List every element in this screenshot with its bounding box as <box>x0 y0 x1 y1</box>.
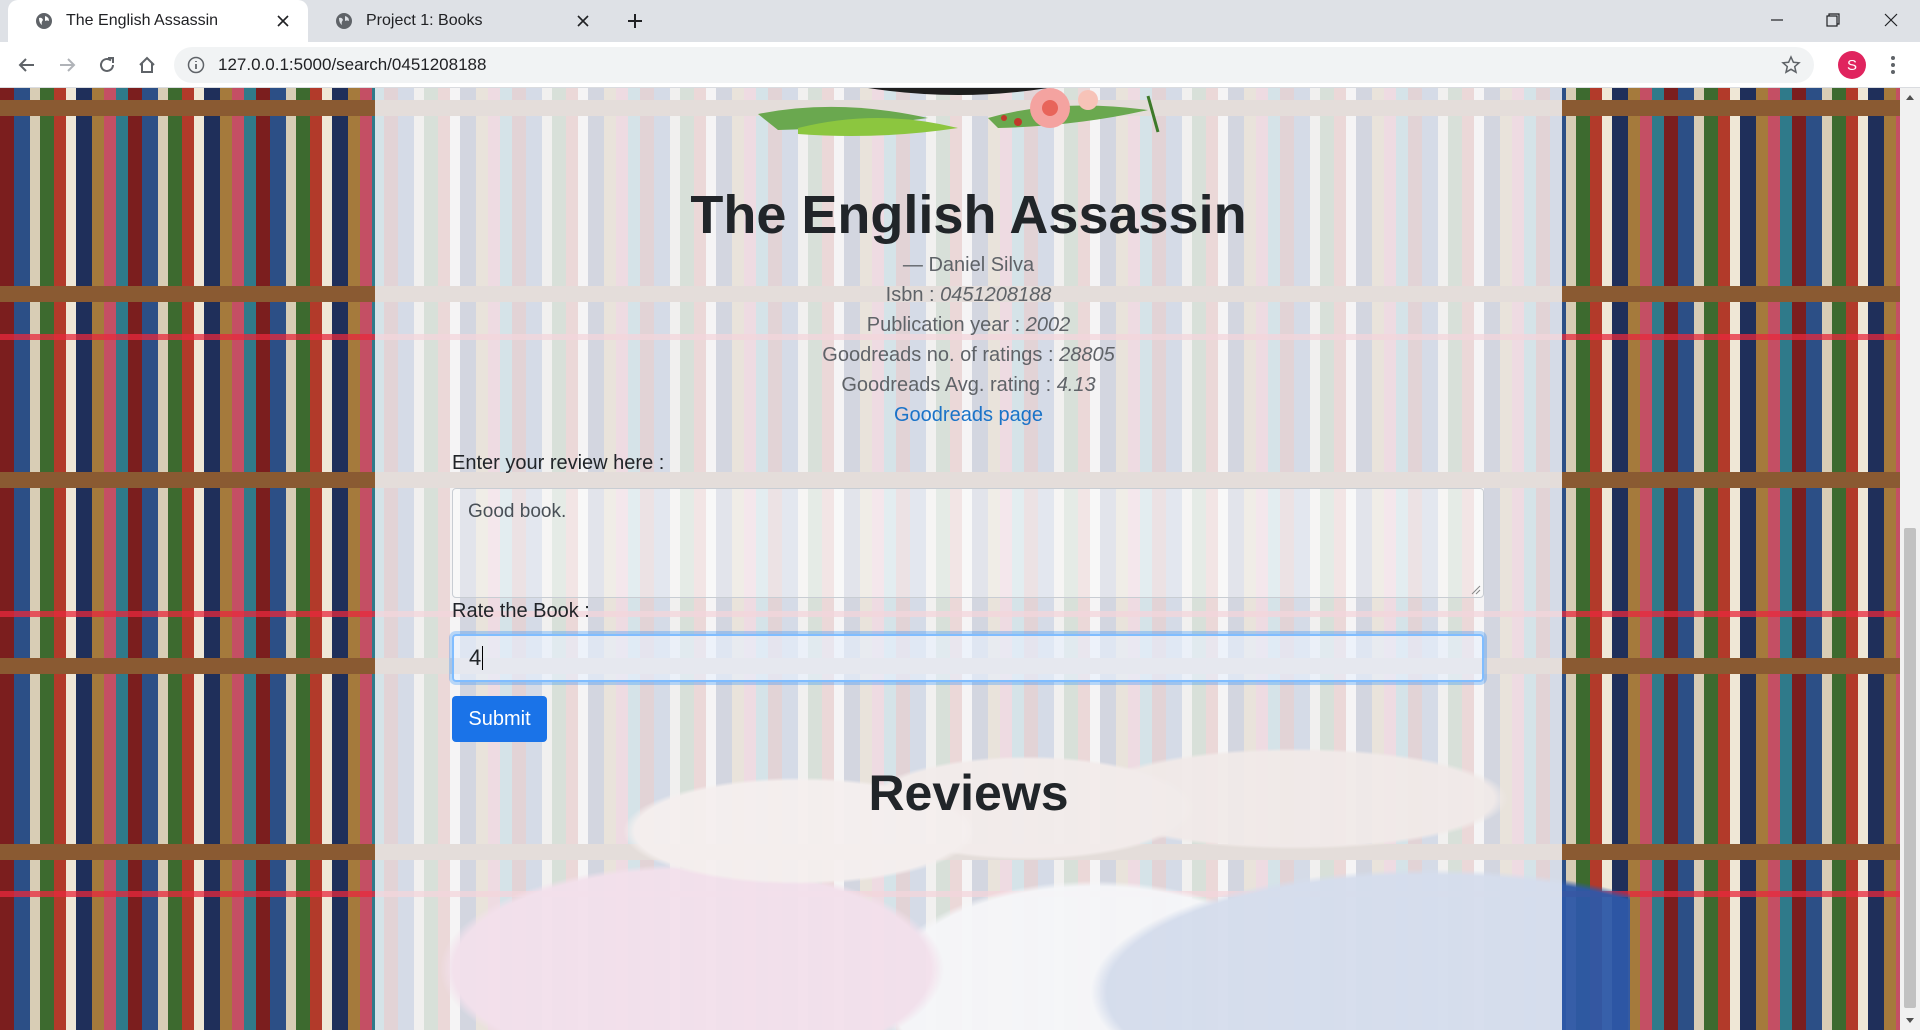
profile-avatar[interactable]: S <box>1838 51 1866 79</box>
avg-rating-label: Goodreads Avg. rating : <box>841 374 1052 396</box>
publication-year-row: Publication year : 2002 <box>375 314 1562 337</box>
rate-label: Rate the Book : <box>452 600 590 622</box>
submit-button[interactable]: Submit <box>452 696 547 742</box>
goodreads-link-row: Goodreads page <box>375 404 1562 427</box>
new-tab-button[interactable] <box>620 8 650 34</box>
content-panel: The English Assassin — Daniel Silva Isbn… <box>375 88 1562 1030</box>
review-textarea[interactable]: Good book. <box>452 488 1484 598</box>
rating-input[interactable]: 4 <box>452 634 1484 682</box>
isbn-label: Isbn : <box>885 284 935 306</box>
close-tab-icon[interactable] <box>270 8 296 34</box>
minimize-button[interactable] <box>1754 0 1800 40</box>
close-tab-icon[interactable] <box>570 8 596 34</box>
book-title: The English Assassin <box>690 185 1247 245</box>
tab-title: Project 1: Books <box>366 12 483 29</box>
book-author: — Daniel Silva <box>902 254 1035 276</box>
scroll-down-arrow-icon[interactable] <box>1900 1012 1920 1030</box>
globe-icon <box>334 11 354 31</box>
page-scrollbar[interactable] <box>1900 88 1920 1030</box>
avg-rating-row: Goodreads Avg. rating : 4.13 <box>375 374 1562 397</box>
home-button[interactable] <box>132 50 162 80</box>
review-text: Good book. <box>468 501 567 522</box>
close-window-button[interactable] <box>1868 0 1914 40</box>
scroll-up-arrow-icon[interactable] <box>1900 88 1920 106</box>
ratings-count-label: Goodreads no. of ratings : <box>822 344 1054 366</box>
text-caret <box>482 646 484 670</box>
globe-icon <box>34 11 54 31</box>
page-viewport: The English Assassin — Daniel Silva Isbn… <box>0 88 1900 1030</box>
url-text: 127.0.0.1:5000/search/0451208188 <box>218 55 487 74</box>
restore-button[interactable] <box>1810 0 1856 40</box>
isbn-row: Isbn : 0451208188 <box>375 284 1562 307</box>
address-bar[interactable]: 127.0.0.1:5000/search/0451208188 <box>174 47 1814 83</box>
ratings-count-value: 28805 <box>1059 344 1115 366</box>
reload-button[interactable] <box>92 50 122 80</box>
avg-rating-value: 4.13 <box>1056 374 1096 396</box>
tab-title: The English Assassin <box>66 12 219 29</box>
browser-toolbar: 127.0.0.1:5000/search/0451208188 S <box>0 42 1920 88</box>
floral-decoration <box>758 88 1160 136</box>
rating-value: 4 <box>469 645 482 670</box>
goodreads-page-link[interactable]: Goodreads page <box>894 404 1043 426</box>
tab-project-books[interactable]: Project 1: Books <box>308 0 608 42</box>
ratings-count-row: Goodreads no. of ratings : 28805 <box>375 344 1562 367</box>
isbn-value: 0451208188 <box>940 284 1052 306</box>
bookmark-star-icon[interactable] <box>1780 54 1802 76</box>
resize-grip-icon[interactable] <box>1471 585 1481 595</box>
publication-year-label: Publication year : <box>866 314 1021 336</box>
publication-year-value: 2002 <box>1025 314 1071 336</box>
forward-button[interactable] <box>52 50 82 80</box>
scrollbar-thumb[interactable] <box>1904 528 1916 1008</box>
kebab-menu-icon[interactable] <box>1880 52 1906 78</box>
info-icon[interactable] <box>186 55 206 75</box>
browser-tab-bar: The English Assassin Project 1: Books <box>0 0 1920 42</box>
tab-the-english-assassin[interactable]: The English Assassin <box>8 0 308 42</box>
review-label: Enter your review here : <box>452 452 665 474</box>
back-button[interactable] <box>12 50 42 80</box>
reviews-heading: Reviews <box>868 765 1069 821</box>
